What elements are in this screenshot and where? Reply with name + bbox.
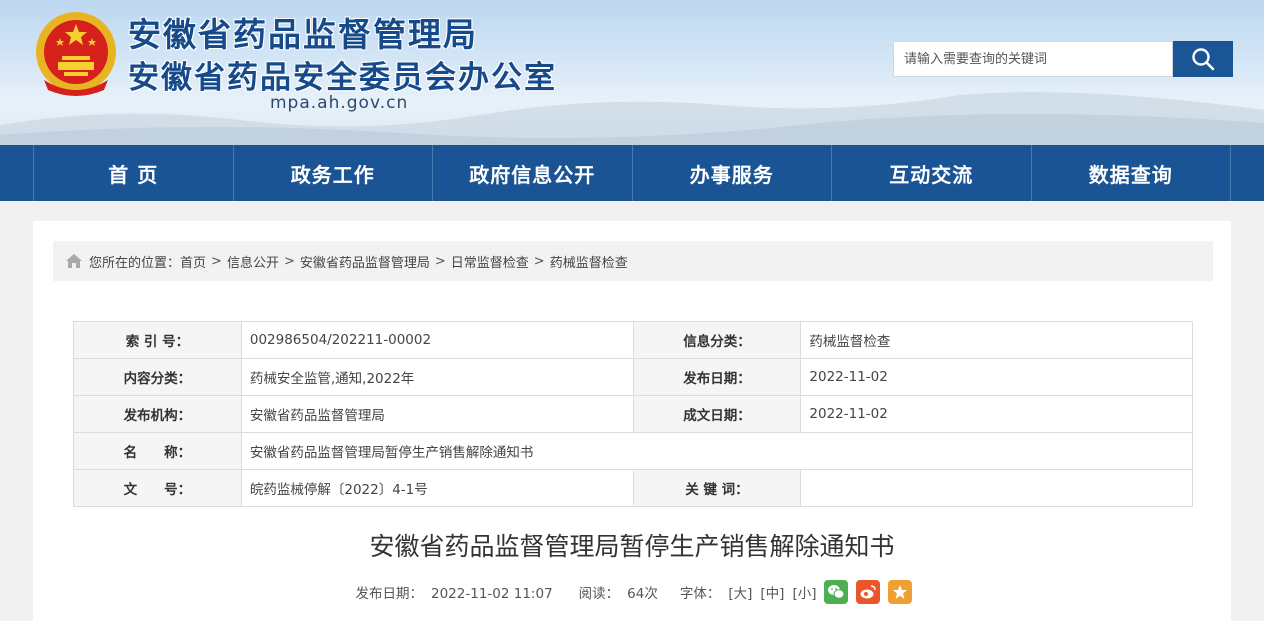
keywords-label: 关 键 词： — [632, 469, 802, 507]
site-title: 安徽省药品监督管理局 — [128, 15, 478, 54]
table-row: 内容分类： 药械安全监管,通知,2022年 发布日期： 2022-11-02 — [73, 358, 1193, 396]
breadcrumb-device-inspection[interactable]: 药械监督检查 — [550, 252, 628, 271]
breadcrumb-separator: > — [434, 253, 446, 269]
font-medium-button[interactable]: [中] — [760, 582, 784, 602]
publish-value: 2022-11-02 11:07 — [431, 586, 553, 602]
breadcrumb-prefix: 您所在的位置： — [89, 255, 181, 271]
main-content: 您所在的位置： 首页 > 信息公开 > 安徽省药品监督管理局 > 日常监督检查 … — [33, 221, 1231, 621]
content-category-label: 内容分类： — [73, 358, 242, 396]
info-table: 索 引 号： 002986504/202211-00002 信息分类： 药械监督… — [73, 321, 1194, 507]
breadcrumb-home[interactable]: 首页 — [180, 252, 206, 271]
site-url: mpa.ah.gov.cn — [270, 93, 409, 113]
category-label: 信息分类： — [632, 321, 802, 359]
nav-item-government-affairs[interactable]: 政务工作 — [234, 145, 433, 201]
publish-label: 发布日期： — [355, 586, 424, 602]
weibo-icon — [860, 585, 877, 599]
main-nav: 首 页 政务工作 政府信息公开 办事服务 互动交流 数据查询 — [0, 145, 1264, 201]
breadcrumb-daily-inspection[interactable]: 日常监督检查 — [451, 252, 529, 271]
breadcrumb-bureau[interactable]: 安徽省药品监督管理局 — [300, 252, 430, 271]
table-row: 发布机构： 安徽省药品监督管理局 成文日期： 2022-11-02 — [73, 395, 1193, 433]
share-wechat-button[interactable] — [824, 580, 849, 604]
reads-value: 64次 — [627, 586, 658, 602]
font-small-button[interactable]: [小] — [792, 582, 816, 602]
nav-item-services[interactable]: 办事服务 — [633, 145, 832, 201]
doc-number-label: 文 号： — [73, 469, 242, 507]
breadcrumb-separator: > — [283, 253, 295, 269]
table-row: 文 号： 皖药监械停解〔2022〕4-1号 关 键 词： — [73, 469, 1193, 507]
font-large-button[interactable]: [大] — [728, 582, 752, 602]
publish-date-label: 发布日期： — [632, 358, 802, 396]
reads-meta: 阅读： 64次 — [575, 582, 662, 602]
search-icon — [1192, 48, 1215, 71]
publish-date-value: 2022-11-02 — [800, 358, 1193, 396]
breadcrumb-info-disclosure[interactable]: 信息公开 — [227, 252, 279, 271]
index-value: 002986504/202211-00002 — [240, 321, 634, 359]
table-row: 索 引 号： 002986504/202211-00002 信息分类： 药械监督… — [73, 321, 1193, 359]
article-title: 安徽省药品监督管理局暂停生产销售解除通知书 — [369, 532, 895, 561]
wechat-icon — [828, 585, 845, 599]
nav-item-information-disclosure[interactable]: 政府信息公开 — [433, 145, 633, 201]
home-icon — [66, 254, 82, 268]
name-value: 安徽省药品监督管理局暂停生产销售解除通知书 — [240, 432, 1194, 470]
org-label: 发布机构： — [73, 395, 242, 433]
nav-item-home[interactable]: 首 页 — [34, 145, 234, 201]
keywords-value — [800, 469, 1193, 507]
search-input[interactable] — [893, 41, 1173, 77]
index-label: 索 引 号： — [73, 321, 242, 359]
nav-item-interaction[interactable]: 互动交流 — [832, 145, 1032, 201]
table-row: 名 称： 安徽省药品监督管理局暂停生产销售解除通知书 — [73, 432, 1194, 470]
created-date-label: 成文日期： — [632, 395, 802, 433]
share-weibo-button[interactable] — [856, 580, 881, 604]
content-category-value: 药械安全监管,通知,2022年 — [240, 358, 634, 396]
site-subtitle: 安徽省药品安全委员会办公室 — [128, 60, 557, 96]
search-button[interactable] — [1173, 41, 1233, 77]
star-icon — [893, 585, 908, 599]
breadcrumb: 您所在的位置： 首页 > 信息公开 > 安徽省药品监督管理局 > 日常监督检查 … — [53, 241, 1213, 281]
name-label: 名 称： — [73, 432, 242, 470]
font-size-label: 字体： — [679, 586, 721, 602]
nav-item-data-query[interactable]: 数据查询 — [1032, 145, 1231, 201]
breadcrumb-separator: > — [533, 253, 545, 269]
breadcrumb-separator: > — [211, 253, 222, 269]
article-meta: 发布日期： 2022-11-02 11:07 阅读： 64次 字体： [大] [中]… — [33, 580, 1231, 604]
national-emblem-icon — [36, 12, 116, 96]
org-value: 安徽省药品监督管理局 — [240, 395, 634, 433]
created-date-value: 2022-11-02 — [800, 395, 1193, 433]
doc-number-value: 皖药监械停解〔2022〕4-1号 — [240, 469, 634, 507]
favorite-button[interactable] — [888, 580, 913, 604]
publish-date-meta: 发布日期： 2022-11-02 11:07 — [352, 582, 557, 602]
site-header: 安徽省药品监督管理局 安徽省药品安全委员会办公室 mpa.ah.gov.cn — [0, 0, 1264, 145]
reads-label: 阅读： — [578, 586, 620, 602]
category-value: 药械监督检查 — [800, 321, 1193, 359]
